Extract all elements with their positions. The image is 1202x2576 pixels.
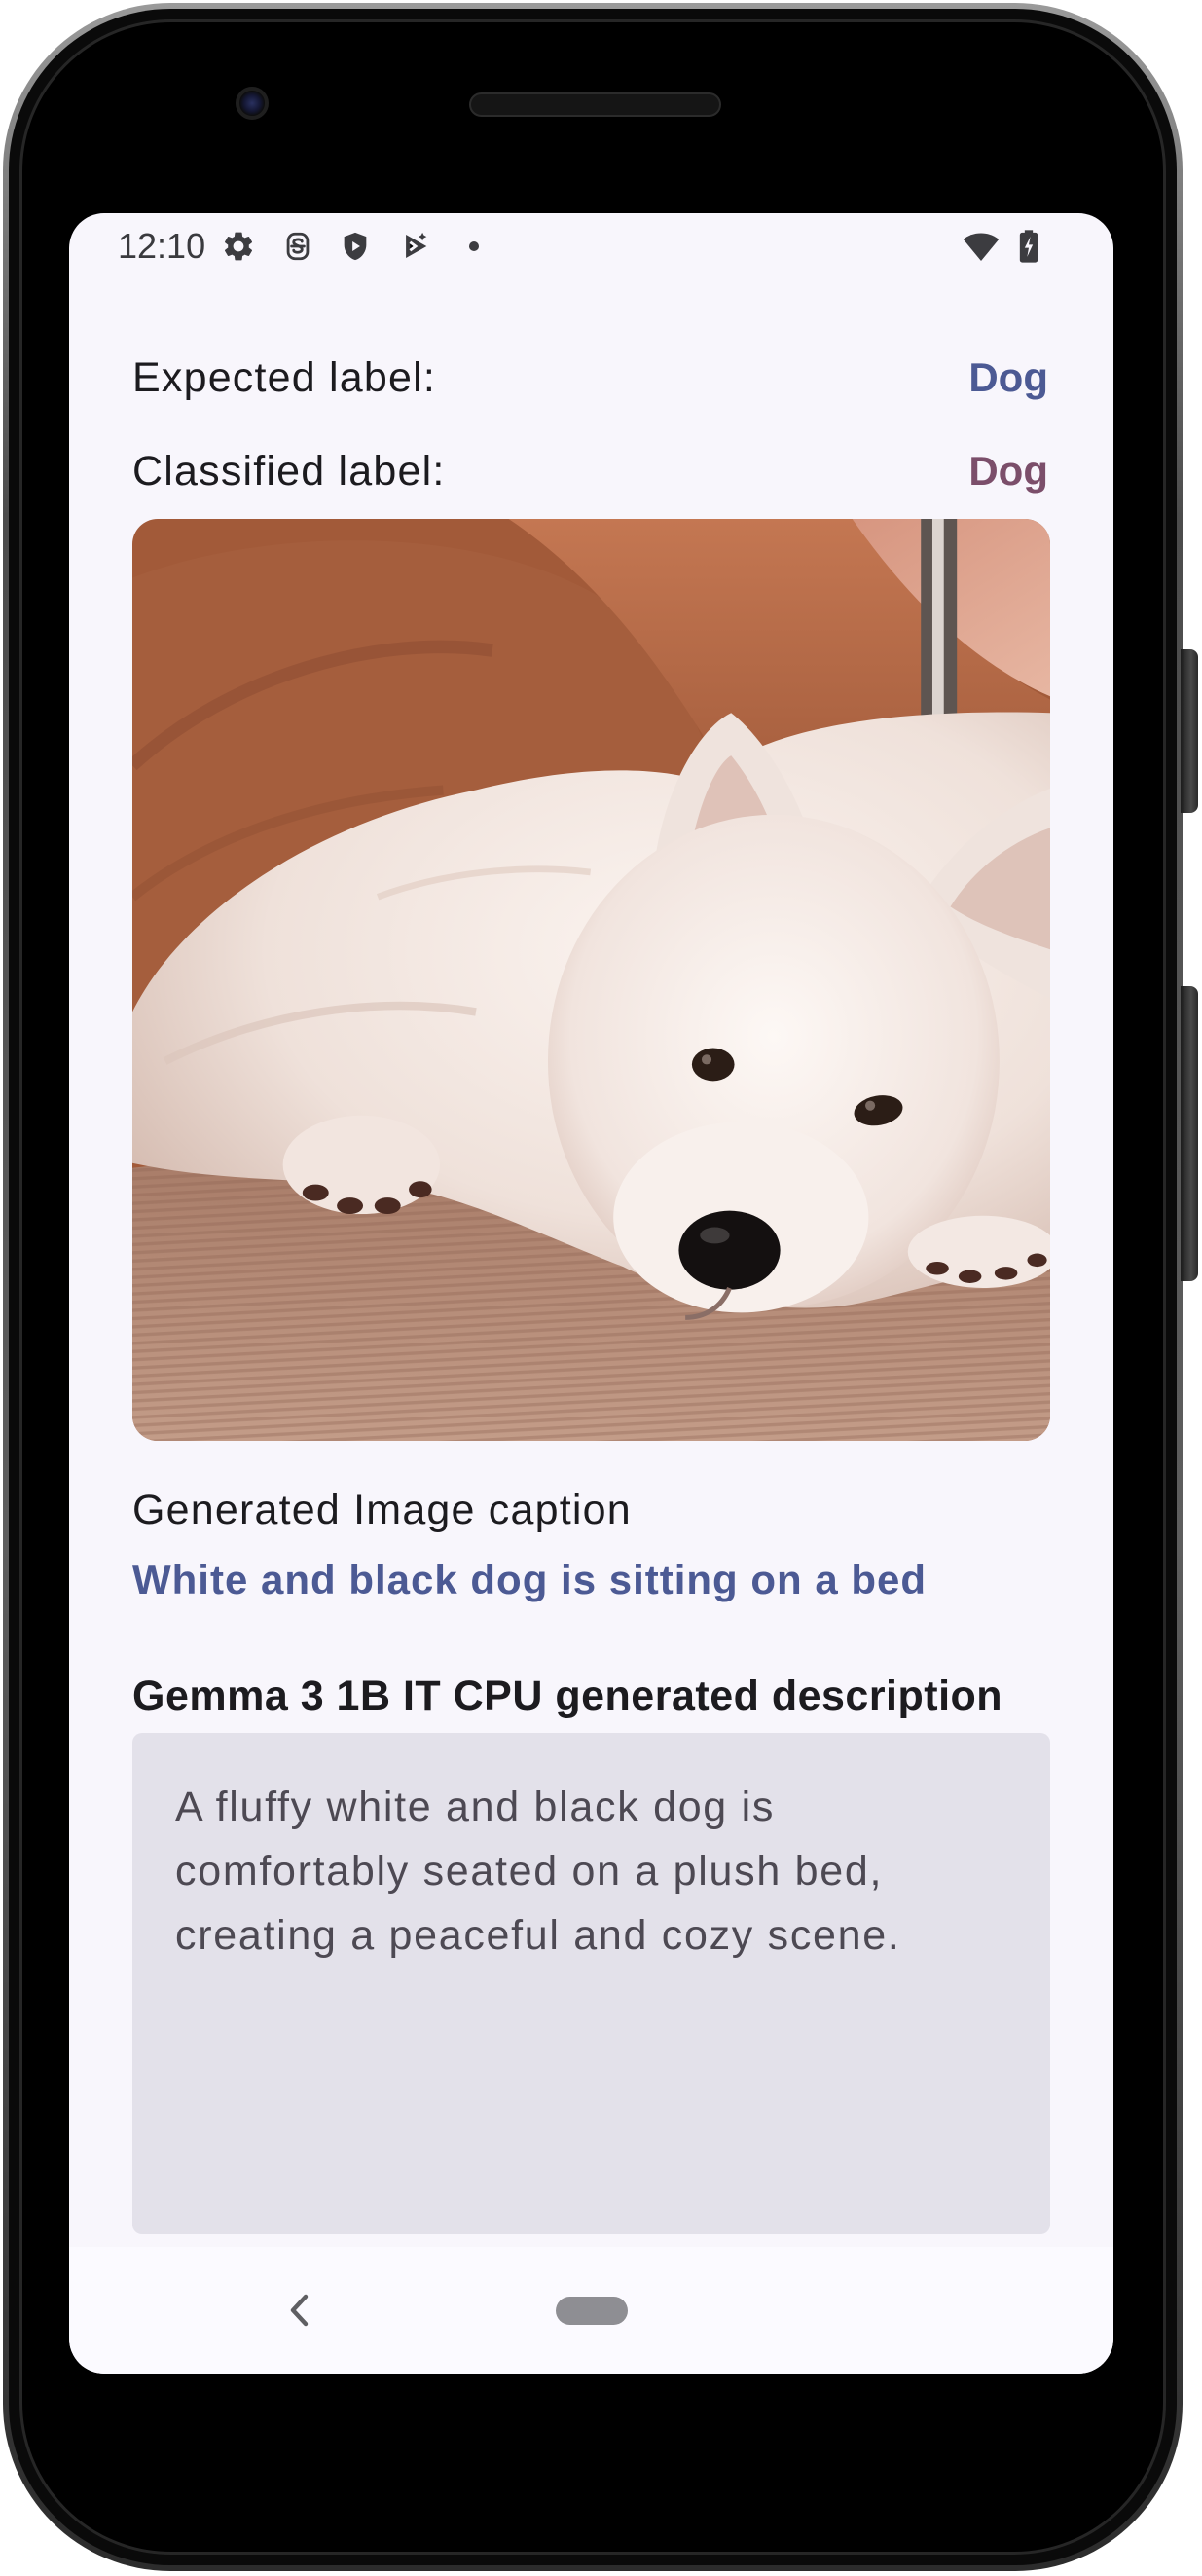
status-time: 12:10 xyxy=(118,226,206,266)
classified-label-title: Classified label: xyxy=(132,448,446,495)
expected-label-value: Dog xyxy=(968,354,1048,400)
classified-label-value: Dog xyxy=(968,448,1048,494)
volume-button[interactable] xyxy=(1181,986,1198,1281)
earpiece-speaker xyxy=(469,92,721,117)
battery-charging-icon xyxy=(1019,230,1038,263)
description-heading: Gemma 3 1B IT CPU generated description xyxy=(132,1673,1003,1719)
play-icon xyxy=(399,230,432,263)
notification-s-icon xyxy=(281,230,314,263)
caption-heading: Generated Image caption xyxy=(132,1487,632,1533)
description-box: A fluffy white and black dog is comforta… xyxy=(132,1733,1050,2234)
back-chevron-icon[interactable] xyxy=(287,2293,310,2328)
expected-label-title: Expected label: xyxy=(132,354,437,401)
power-button[interactable] xyxy=(1181,649,1198,813)
phone-screen: 12:10 Expected label: Dog Classified lab… xyxy=(69,213,1113,2374)
dog-photo xyxy=(132,519,1050,1441)
more-notifications-dot-icon xyxy=(469,241,479,251)
navigation-bar xyxy=(69,2247,1113,2374)
shield-icon xyxy=(339,230,372,263)
wifi-icon xyxy=(963,230,1000,263)
generated-description: A fluffy white and black dog is comforta… xyxy=(175,1784,901,1959)
generated-caption: White and black dog is sitting on a bed xyxy=(132,1557,928,1602)
front-camera xyxy=(236,87,269,120)
home-pill[interactable] xyxy=(556,2297,628,2325)
settings-gear-icon xyxy=(221,229,256,264)
